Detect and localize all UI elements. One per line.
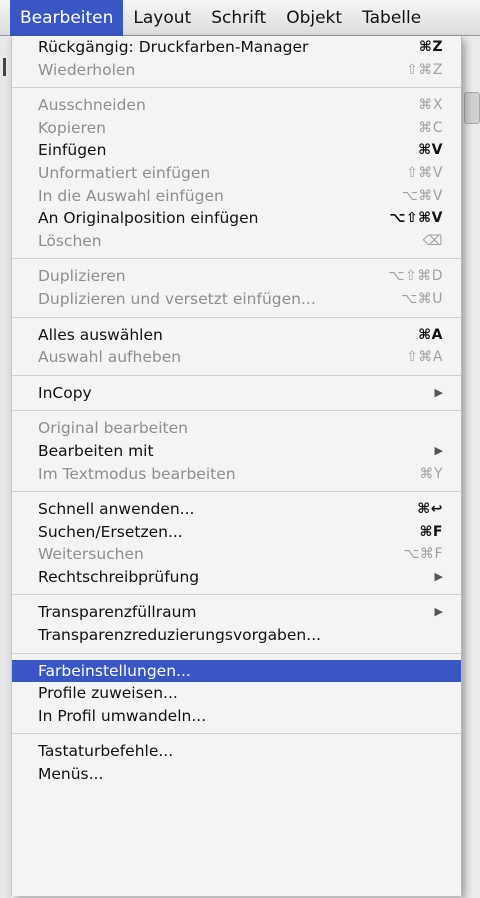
menu-item-shortcut: ⌘V [418,142,443,159]
menu-item-label: Original bearbeiten [38,419,188,438]
menu-separator [12,258,461,260]
menu-item-farbeinstellungen[interactable]: Farbeinstellungen... [12,659,461,683]
menu-item-im-textmodus-bearbeiten: Im Textmodus bearbeiten ⌘Y [12,463,461,486]
menu-item-shortcut: ⌘C [418,119,443,136]
menu-item-label: Profile zuweisen... [38,684,178,703]
submenu-arrow-icon: ▶ [434,385,443,399]
menu-item-shortcut: ⌥⌘V [401,187,443,204]
menu-item-shortcut: ⌘Z [418,39,443,55]
menu-item-shortcut: ⌘X [418,97,443,114]
menu-item-shortcut: ⇧⌘Z [406,61,443,78]
menu-item-transparenzfuellraum[interactable]: Transparenzfüllraum ▶ [12,601,461,624]
menu-separator [12,374,461,376]
submenu-arrow-icon: ▶ [434,605,443,619]
menu-item-shortcut: ⌘A [418,326,443,343]
menu-item-weitersuchen: Weitersuchen ⌥⌘F [12,543,461,566]
background-button [464,92,480,124]
menu-item-shortcut: ⌥⇧⌘D [388,268,443,285]
menu-item-rueckgaengig-druckfarben-manager[interactable]: Rückgängig: Druckfarben-Manager ⌘Z [12,36,461,59]
menu-item-shortcut: ⌫ [422,232,443,249]
menu-item-label: Wiederholen [38,60,136,79]
menu-item-shortcut: ⌘↩ [417,501,443,518]
menu-item-shortcut: ⌘Y [419,465,443,482]
menu-item-label: Alles auswählen [38,325,163,344]
menu-item-incopy[interactable]: InCopy ▶ [12,382,461,405]
menu-item-label: Einfügen [38,141,107,160]
menu-separator [12,652,461,654]
menu-item-label: In Profil umwandeln... [38,706,207,725]
menu-item-label: Tastaturbefehle... [38,742,174,761]
background-window-right [462,36,480,898]
menu-item-label: Ausschneiden [38,96,146,115]
menu-bar: Bearbeiten Layout Schrift Objekt Tabelle [0,0,480,36]
menu-item-label: Bearbeiten mit [38,441,154,460]
menubar-item-tabelle[interactable]: Tabelle [352,0,431,36]
menu-item-duplizieren: Duplizieren ⌥⇧⌘D [12,265,461,288]
menu-item-label: Suchen/Ersetzen... [38,522,183,541]
menu-separator [12,410,461,412]
menu-item-duplizieren-und-versetzt-einfuegen: Duplizieren und versetzt einfügen... ⌥⌘U [12,288,461,311]
menu-item-menues[interactable]: Menüs... [12,763,461,786]
menu-item-label: Schnell anwenden... [38,500,195,519]
menu-item-shortcut: ⇧⌘A [406,349,443,366]
menu-item-label: Kopieren [38,118,106,137]
background-divider [3,58,6,76]
menu-item-label: Auswahl aufheben [38,348,182,367]
menu-item-shortcut: ⌘F [419,523,443,540]
menu-item-label: Transparenzreduzierungsvorgaben... [38,626,322,645]
menu-item-rechtschreibpruefung[interactable]: Rechtschreibprüfung ▶ [12,566,461,589]
edit-menu-dropdown: Rückgängig: Druckfarben-Manager ⌘Z Wiederh… [11,36,462,896]
menu-item-in-die-auswahl-einfuegen: In die Auswahl einfügen ⌥⌘V [12,185,461,208]
menu-item-shortcut: ⇧⌘V [406,164,443,181]
menu-item-label: Farbeinstellungen... [38,661,191,680]
menu-item-ausschneiden: Ausschneiden ⌘X [12,94,461,117]
menu-item-label: Menüs... [38,765,104,784]
background-window-left [0,36,11,898]
menu-separator [12,491,461,493]
menu-item-auswahl-aufheben: Auswahl aufheben ⇧⌘A [12,346,461,369]
menu-item-bearbeiten-mit[interactable]: Bearbeiten mit ▶ [12,440,461,463]
menu-item-wiederholen: Wiederholen ⇧⌘Z [12,59,461,82]
menubar-item-objekt[interactable]: Objekt [276,0,352,36]
menu-item-label: Weitersuchen [38,545,144,564]
menu-item-unformatiert-einfuegen: Unformatiert einfügen ⇧⌘V [12,162,461,185]
menu-item-label: Transparenzfüllraum [38,603,197,622]
menu-item-tastaturbefehle[interactable]: Tastaturbefehle... [12,740,461,763]
menu-item-label: InCopy [38,383,92,402]
menu-item-alles-auswaehlen[interactable]: Alles auswählen ⌘A [12,324,461,347]
menu-item-label: Rechtschreibprüfung [38,567,200,586]
menubar-item-schrift[interactable]: Schrift [201,0,276,36]
menubar-item-bearbeiten[interactable]: Bearbeiten [10,0,124,36]
menu-item-schnell-anwenden[interactable]: Schnell anwenden... ⌘↩ [12,498,461,521]
menu-item-label: Unformatiert einfügen [38,163,211,182]
menu-item-shortcut: ⌥⌘F [403,546,443,563]
menu-item-shortcut: ⌥⇧⌘V [389,210,443,227]
menu-item-label: Im Textmodus bearbeiten [38,464,236,483]
submenu-arrow-icon: ▶ [434,443,443,457]
menu-item-shortcut: ⌥⌘U [401,290,443,307]
menu-item-label: Duplizieren und versetzt einfügen... [38,289,316,308]
menu-item-transparenzreduzierungsvorgaben[interactable]: Transparenzreduzierungsvorgaben... [12,624,461,647]
menu-item-label: Rückgängig: Druckfarben-Manager [38,38,309,56]
menu-item-suchen-ersetzen[interactable]: Suchen/Ersetzen... ⌘F [12,521,461,544]
menu-item-label: Löschen [38,231,102,250]
menu-separator [12,733,461,735]
menu-separator [12,87,461,89]
menu-item-profile-zuweisen[interactable]: Profile zuweisen... [12,682,461,705]
submenu-arrow-icon: ▶ [434,569,443,583]
menu-item-label: An Originalposition einfügen [38,209,259,228]
menu-item-in-profil-umwandeln[interactable]: In Profil umwandeln... [12,705,461,728]
menu-separator [12,594,461,596]
menubar-item-layout[interactable]: Layout [123,0,201,36]
menu-item-an-originalposition-einfuegen[interactable]: An Originalposition einfügen ⌥⇧⌘V [12,207,461,230]
menu-item-loeschen: Löschen ⌫ [12,230,461,253]
menu-separator [12,316,461,318]
menu-item-einfuegen[interactable]: Einfügen ⌘V [12,139,461,162]
menu-item-label: In die Auswahl einfügen [38,186,224,205]
menu-item-kopieren: Kopieren ⌘C [12,117,461,140]
menu-item-original-bearbeiten: Original bearbeiten [12,417,461,440]
menu-item-label: Duplizieren [38,267,126,286]
